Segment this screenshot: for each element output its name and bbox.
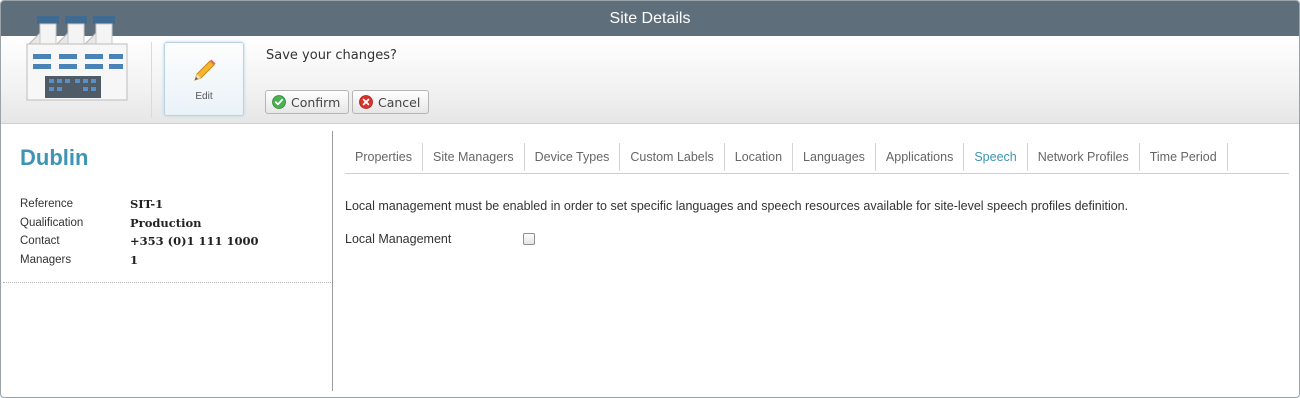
toolbar: Edit Save your changes? Confirm Cancel	[1, 16, 1299, 124]
tab-label: Time Period	[1149, 150, 1217, 164]
confirm-button-label: Confirm	[291, 94, 341, 110]
site-info-list: Reference SIT-1 Qualification Production…	[20, 195, 259, 269]
info-row-contact: Contact +353 (0)1 111 1000	[20, 232, 259, 251]
tab-label: Properties	[355, 150, 412, 164]
tab-applications[interactable]: Applications	[876, 143, 965, 171]
check-circle-icon	[272, 95, 286, 109]
site-name: Dublin	[20, 145, 89, 170]
edit-button[interactable]: Edit	[164, 42, 244, 116]
x-circle-icon	[359, 95, 373, 109]
tab-languages[interactable]: Languages	[793, 143, 876, 171]
cancel-button[interactable]: Cancel	[352, 90, 429, 114]
info-row-qualification: Qualification Production	[20, 214, 259, 233]
factory-icon	[26, 16, 128, 101]
tab-bar: Properties Site Managers Device Types Cu…	[345, 143, 1289, 174]
tab-label: Speech	[974, 150, 1017, 164]
site-summary-panel: Dublin Reference SIT-1 Qualification Pro…	[1, 125, 332, 397]
info-value: +353 (0)1 111 1000	[130, 234, 259, 249]
info-label: Contact	[20, 235, 60, 248]
tab-time-period[interactable]: Time Period	[1140, 143, 1228, 171]
pencil-icon	[194, 59, 216, 81]
info-value: Production	[130, 215, 202, 230]
tab-label: Device Types	[534, 150, 610, 164]
confirm-button[interactable]: Confirm	[265, 90, 349, 114]
tab-properties[interactable]: Properties	[345, 143, 423, 171]
info-label: Qualification	[20, 216, 84, 229]
edit-button-label: Edit	[195, 91, 213, 102]
tab-site-managers[interactable]: Site Managers	[423, 143, 525, 171]
window-title: Site Details	[609, 9, 691, 27]
tab-device-types[interactable]: Device Types	[525, 143, 621, 171]
tab-label: Languages	[803, 150, 865, 164]
speech-notice-text: Local management must be enabled in orde…	[345, 199, 1129, 213]
tab-location[interactable]: Location	[725, 143, 794, 171]
dotted-divider	[3, 282, 331, 283]
toolbar-separator	[151, 42, 152, 118]
tab-label: Applications	[885, 150, 954, 164]
tab-custom-labels[interactable]: Custom Labels	[620, 143, 725, 171]
window-titlebar: Site Details	[1, 1, 1299, 36]
info-value: 1	[130, 252, 139, 267]
tab-label: Location	[734, 150, 783, 164]
panel-divider	[332, 131, 333, 391]
save-prompt-text: Save your changes?	[266, 48, 397, 63]
tab-speech[interactable]: Speech	[964, 143, 1028, 171]
site-details-window: Site Details Edit Save your changes? Con…	[0, 0, 1300, 398]
info-label: Reference	[20, 198, 74, 211]
info-value: SIT-1	[130, 197, 164, 212]
info-row-reference: Reference SIT-1	[20, 195, 259, 214]
tab-label: Site Managers	[432, 150, 514, 164]
cancel-button-label: Cancel	[378, 94, 421, 110]
tab-label: Custom Labels	[630, 150, 714, 164]
info-row-managers: Managers 1	[20, 251, 259, 270]
tab-network-profiles[interactable]: Network Profiles	[1028, 143, 1140, 171]
info-label: Managers	[20, 253, 72, 266]
tab-label: Network Profiles	[1037, 150, 1129, 164]
local-management-checkbox[interactable]	[523, 233, 535, 245]
local-management-label: Local Management	[345, 232, 452, 246]
